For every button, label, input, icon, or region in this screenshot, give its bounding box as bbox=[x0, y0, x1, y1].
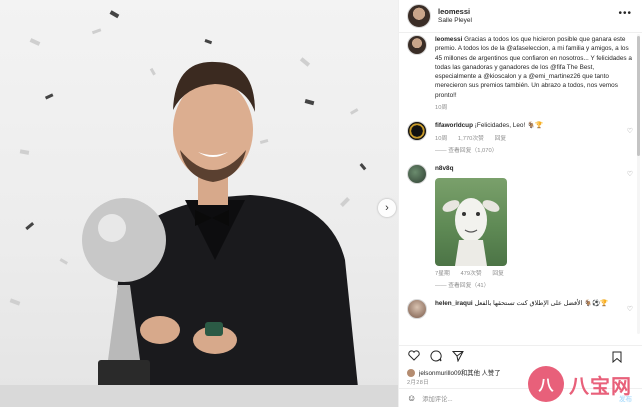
post-header: leomessi Salle Pleyel ••• bbox=[399, 0, 642, 33]
reply-button[interactable]: 回复 bbox=[495, 136, 507, 142]
likes-summary[interactable]: jelsonmurillo09和其他 人赞了 bbox=[407, 368, 501, 378]
comment-username[interactable]: n8v8q bbox=[435, 165, 453, 172]
scrollbar-thumb[interactable] bbox=[637, 36, 640, 156]
comment-username[interactable]: helen_iraqui bbox=[435, 300, 473, 307]
comment-time: 10周 bbox=[435, 135, 448, 142]
liker-avatar bbox=[407, 369, 415, 378]
leomessi-avatar[interactable] bbox=[407, 4, 431, 28]
like-comment-icon[interactable]: ♡ bbox=[627, 170, 633, 178]
next-photo-button[interactable]: › bbox=[378, 199, 396, 217]
post-location[interactable]: Salle Pleyel bbox=[438, 17, 472, 24]
caption-text: Gracias a todos los que hicieron posible… bbox=[435, 36, 632, 99]
emoji-icon[interactable]: ☺ bbox=[407, 393, 416, 403]
comment-text: ¡Felicidades, Leo! 🐐🏆 bbox=[474, 122, 543, 130]
comment-likes[interactable]: 1,770次赞 bbox=[458, 136, 484, 142]
caption-username[interactable]: leomessi bbox=[435, 36, 462, 43]
caption: leomessi Gracias a todos los que hiciero… bbox=[399, 33, 642, 112]
view-replies-button[interactable]: —— 查看回复（41） bbox=[435, 282, 634, 290]
comment-item: n8v8q 7星期 479次赞 回复 —— 查看回复（41） ♡ bbox=[399, 164, 642, 290]
helen-iraqui-avatar[interactable] bbox=[407, 299, 427, 320]
post-timestamp: 2月28日 bbox=[407, 380, 430, 386]
like-comment-icon[interactable]: ♡ bbox=[627, 305, 633, 313]
comments-list: leomessi Gracias a todos los que hiciero… bbox=[399, 33, 642, 343]
fifaworldcup-avatar[interactable] bbox=[407, 121, 427, 142]
goat-illustration bbox=[442, 197, 500, 266]
comment-item: helen_iraqui الأفضل على الإطلاق كنت تستح… bbox=[399, 299, 642, 320]
watermark-logo: 八 bbox=[528, 366, 564, 402]
comment-time: 7星期 bbox=[435, 270, 450, 277]
view-replies-button[interactable]: —— 查看回复（1,070） bbox=[435, 147, 634, 155]
caption-time: 10周 bbox=[435, 104, 448, 111]
comment-icon[interactable] bbox=[429, 349, 443, 363]
likes-text[interactable]: jelsonmurillo09和其他 人赞了 bbox=[419, 370, 501, 377]
more-options-icon[interactable]: ••• bbox=[618, 8, 632, 19]
comment-likes[interactable]: 479次赞 bbox=[460, 271, 481, 277]
post-username[interactable]: leomessi bbox=[438, 7, 472, 17]
watermark-text: 八宝网 bbox=[569, 375, 632, 398]
post-details-panel: leomessi Salle Pleyel ••• leomessi Graci… bbox=[398, 0, 642, 407]
post-photo[interactable]: › bbox=[0, 0, 398, 407]
reply-button[interactable]: 回复 bbox=[492, 271, 504, 277]
site-watermark: 八 八宝网 bbox=[528, 362, 640, 406]
comment-text: الأفضل على الإطلاق كنت تستحقها بالفعل 🐐⚽… bbox=[474, 300, 609, 308]
comment-item: fifaworldcup ¡Felicidades, Leo! 🐐🏆 10周 1… bbox=[399, 121, 642, 155]
comment-username[interactable]: fifaworldcup bbox=[435, 122, 473, 129]
n8v8q-avatar[interactable] bbox=[407, 164, 427, 185]
share-icon[interactable] bbox=[451, 349, 465, 363]
messi-trophy-illustration bbox=[0, 10, 398, 407]
goat-image[interactable] bbox=[435, 177, 507, 266]
comment-input[interactable]: 添加评论... bbox=[422, 394, 452, 403]
heart-icon[interactable] bbox=[407, 349, 421, 363]
like-comment-icon[interactable]: ♡ bbox=[627, 127, 633, 135]
caption-avatar[interactable] bbox=[407, 35, 427, 55]
